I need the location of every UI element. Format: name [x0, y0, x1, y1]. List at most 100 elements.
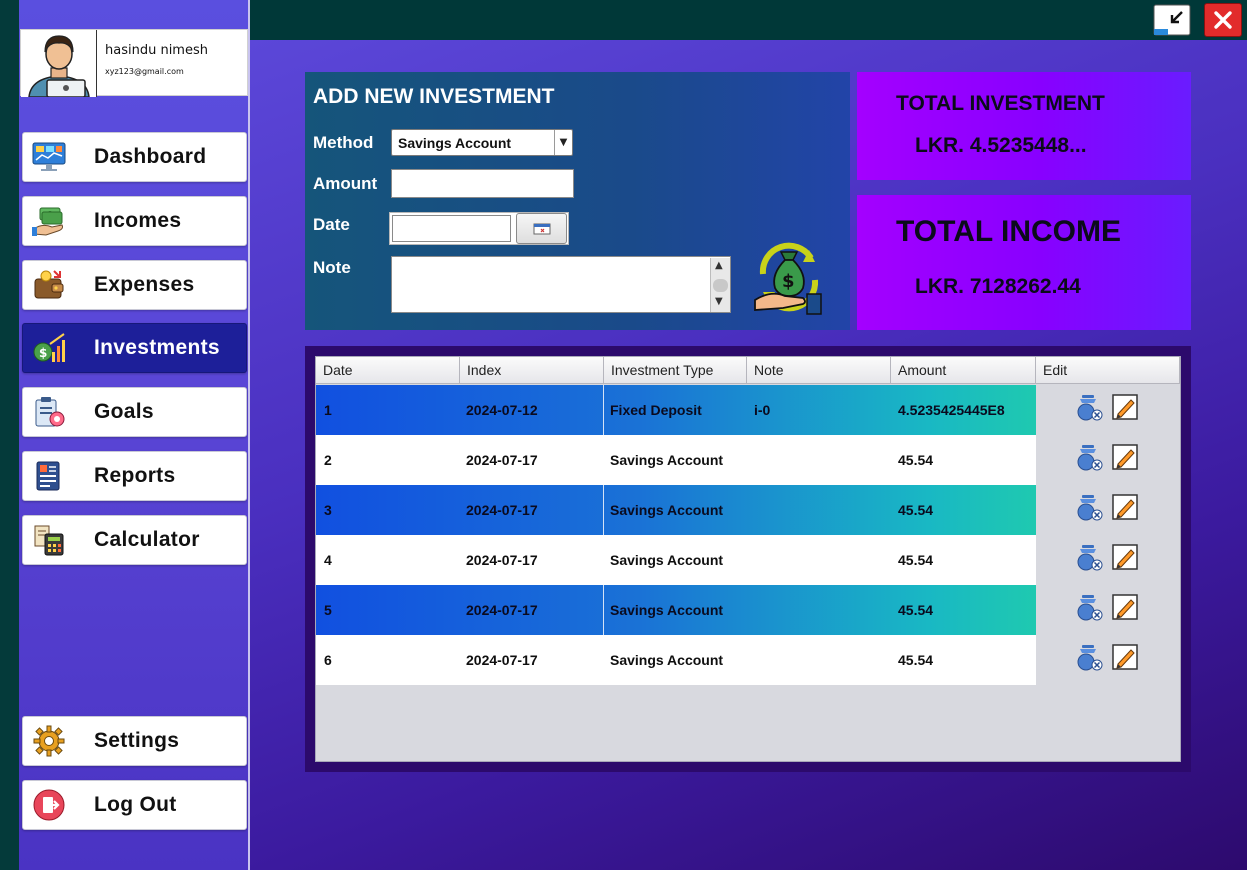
- edit-pencil-icon[interactable]: [1110, 442, 1140, 472]
- sidebar-item-calculator[interactable]: Calculator: [22, 515, 247, 565]
- sidebar-item-label: Investments: [94, 336, 220, 359]
- table-row[interactable]: 6 2024-07-17 Savings Account 45.54: [316, 635, 1036, 685]
- note-scrollbar[interactable]: ▲ ▼: [710, 258, 730, 312]
- date-label: Date: [313, 215, 350, 234]
- sidebar-item-settings[interactable]: Settings: [22, 716, 247, 766]
- column-header-index[interactable]: Index: [460, 357, 604, 384]
- svg-text:$: $: [39, 346, 47, 360]
- column-header-edit[interactable]: Edit: [1036, 357, 1180, 384]
- scroll-thumb[interactable]: [713, 279, 728, 292]
- chevron-down-icon: ▼: [554, 130, 572, 155]
- sidebar-item-label: Log Out: [94, 793, 177, 816]
- sidebar-item-label: Calculator: [94, 528, 200, 551]
- total-investment-value: LKR. 4.5235448...: [915, 134, 1087, 157]
- cell-investment-type: Fixed Deposit: [610, 402, 702, 418]
- minimize-window-icon: [1153, 4, 1191, 36]
- sidebar-item-reports[interactable]: Reports: [22, 451, 247, 501]
- calculator-icon: [31, 522, 67, 558]
- total-income-label: TOTAL INCOME: [896, 215, 1121, 248]
- cell-date: 6: [324, 652, 332, 668]
- date-picker-button[interactable]: [516, 213, 567, 244]
- gear-icon: [31, 723, 67, 759]
- cell-investment-type: Savings Account: [610, 652, 724, 668]
- row-divider: [603, 585, 604, 635]
- goal-clipboard-icon: [31, 394, 67, 430]
- table-row[interactable]: 2 2024-07-17 Savings Account 45.54: [316, 435, 1036, 485]
- cell-index: 2024-07-17: [466, 502, 538, 518]
- investment-growth-icon: $: [31, 330, 67, 366]
- scroll-up-icon: ▲: [715, 260, 723, 271]
- table-row[interactable]: 5 2024-07-17 Savings Account 45.54: [316, 585, 1036, 635]
- edit-pencil-icon[interactable]: [1110, 542, 1140, 572]
- window-edge: [0, 0, 19, 870]
- total-income-card: TOTAL INCOME LKR. 7128262.44: [857, 195, 1191, 330]
- avatar: [21, 30, 97, 97]
- delete-icon[interactable]: [1075, 543, 1105, 573]
- method-label: Method: [313, 133, 374, 152]
- cell-investment-type: Savings Account: [610, 552, 724, 568]
- logout-icon: [31, 787, 67, 823]
- edit-pencil-icon[interactable]: [1110, 592, 1140, 622]
- sidebar-item-dashboard[interactable]: Dashboard: [22, 132, 247, 182]
- sidebar-item-label: Reports: [94, 464, 176, 487]
- sidebar-item-incomes[interactable]: Incomes: [22, 196, 247, 246]
- total-investment-label: TOTAL INVESTMENT: [896, 92, 1105, 115]
- note-label: Note: [313, 258, 351, 277]
- delete-icon[interactable]: [1075, 443, 1105, 473]
- table-row[interactable]: 3 2024-07-17 Savings Account 45.54: [316, 485, 1036, 535]
- column-header-investment-type[interactable]: Investment Type: [604, 357, 747, 384]
- cell-amount: 45.54: [898, 552, 934, 568]
- dashboard-icon: [31, 139, 67, 175]
- sidebar-item-goals[interactable]: Goals: [22, 387, 247, 437]
- profile-email: xyz123@gmail.com: [105, 67, 184, 76]
- row-divider: [603, 385, 604, 435]
- panel-title: ADD NEW INVESTMENT: [313, 85, 555, 108]
- column-header-amount[interactable]: Amount: [891, 357, 1036, 384]
- edit-pencil-icon[interactable]: [1110, 392, 1140, 422]
- column-header-note[interactable]: Note: [747, 357, 891, 384]
- table-row[interactable]: 1 2024-07-12 Fixed Deposit i-0 4.5235425…: [316, 385, 1036, 435]
- cell-amount: 45.54: [898, 452, 934, 468]
- cell-date: 4: [324, 552, 332, 568]
- column-header-date[interactable]: Date: [316, 357, 460, 384]
- cell-date: 3: [324, 502, 332, 518]
- cell-date: 2: [324, 452, 332, 468]
- minimize-button[interactable]: [1153, 3, 1191, 37]
- note-textarea[interactable]: [391, 256, 731, 313]
- sidebar-item-logout[interactable]: Log Out: [22, 780, 247, 830]
- sidebar-item-label: Dashboard: [94, 145, 207, 168]
- table-row[interactable]: 4 2024-07-17 Savings Account 45.54: [316, 535, 1036, 585]
- delete-icon[interactable]: [1075, 643, 1105, 673]
- cell-amount: 4.5235425445E8: [898, 402, 1005, 418]
- calendar-icon: [533, 223, 550, 234]
- cell-date: 1: [324, 402, 332, 418]
- sidebar-item-label: Incomes: [94, 209, 182, 232]
- delete-icon[interactable]: [1075, 593, 1105, 623]
- money-investment-icon: $: [749, 238, 829, 316]
- cell-index: 2024-07-17: [466, 652, 538, 668]
- cell-note: i-0: [754, 402, 771, 418]
- cell-index: 2024-07-17: [466, 552, 538, 568]
- cell-index: 2024-07-17: [466, 602, 538, 618]
- delete-icon[interactable]: [1075, 493, 1105, 523]
- sidebar-item-label: Expenses: [94, 273, 195, 296]
- scroll-down-icon: ▼: [715, 296, 723, 307]
- method-select[interactable]: Savings Account ▼: [391, 129, 573, 156]
- sidebar-item-expenses[interactable]: Expenses: [22, 260, 247, 310]
- svg-text:$: $: [782, 271, 795, 292]
- cell-index: 2024-07-12: [466, 402, 538, 418]
- delete-icon[interactable]: [1075, 393, 1105, 423]
- amount-field[interactable]: [391, 169, 574, 198]
- user-profile-card: hasindu nimesh xyz123@gmail.com: [20, 29, 248, 97]
- edit-pencil-icon[interactable]: [1110, 492, 1140, 522]
- cell-investment-type: Savings Account: [610, 602, 724, 618]
- row-divider: [603, 485, 604, 535]
- date-field[interactable]: [392, 215, 511, 242]
- method-selected-value: Savings Account: [398, 134, 512, 151]
- wallet-icon: [31, 267, 67, 303]
- close-button[interactable]: [1204, 3, 1242, 37]
- sidebar-item-label: Goals: [94, 400, 154, 423]
- edit-pencil-icon[interactable]: [1110, 642, 1140, 672]
- sidebar-item-investments[interactable]: $ Investments: [22, 323, 247, 373]
- title-bar: [250, 0, 1247, 40]
